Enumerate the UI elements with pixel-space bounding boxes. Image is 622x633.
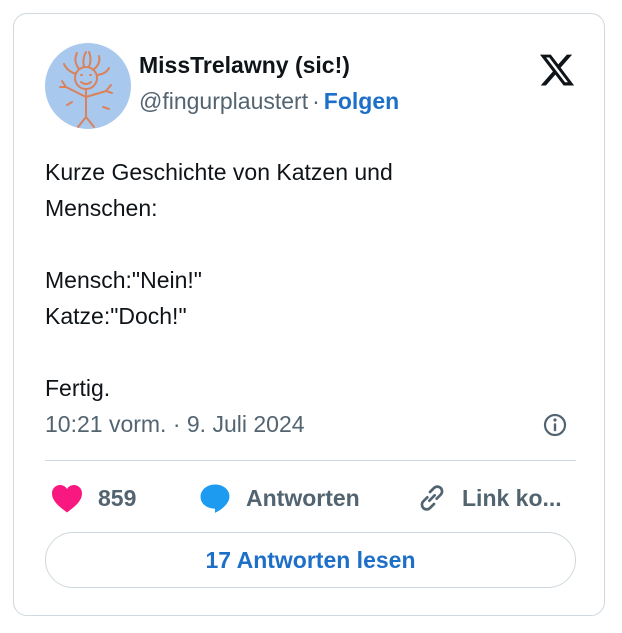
tweet-line: Kurze Geschichte von Katzen und (45, 159, 393, 185)
like-count: 859 (98, 484, 137, 511)
info-icon[interactable] (541, 411, 569, 439)
read-replies-button[interactable]: 17 Antworten lesen (45, 532, 576, 588)
follow-button[interactable]: Folgen (324, 88, 399, 114)
link-icon (416, 482, 448, 514)
author-handle[interactable]: @fingurplaustert (139, 88, 308, 114)
separator: · (312, 88, 320, 114)
copy-link-button[interactable]: Link ko... (416, 480, 562, 516)
divider (45, 460, 576, 461)
tweet-line-gap (45, 334, 575, 370)
author-name[interactable]: MissTrelawny (sic!) (139, 52, 350, 79)
avatar-drawing-icon (59, 51, 113, 128)
author-handle-row: @fingurplaustert · Folgen (139, 88, 399, 115)
tweet-line-gap (45, 226, 575, 262)
tweet-timestamp[interactable]: 10:21 vorm. · 9. Juli 2024 (45, 411, 305, 438)
like-button[interactable]: 859 (50, 480, 136, 516)
tweet-line: Menschen: (45, 195, 158, 221)
reply-button[interactable]: Antworten (198, 480, 360, 516)
tweet-line: Katze:"Doch!" (45, 303, 187, 329)
copy-link-label: Link ko... (462, 484, 562, 511)
x-logo-icon[interactable] (537, 51, 577, 89)
avatar[interactable] (45, 43, 131, 129)
tweet-text: Kurze Geschichte von Katzen und Menschen… (45, 154, 575, 406)
speech-bubble-icon (198, 481, 232, 515)
tweet-card: MissTrelawny (sic!) @fingurplaustert · Fol… (13, 13, 605, 616)
heart-icon (50, 483, 84, 513)
tweet-line: Fertig. (45, 375, 111, 401)
reply-label: Antworten (246, 484, 360, 511)
tweet-line: Mensch:"Nein!" (45, 267, 202, 293)
